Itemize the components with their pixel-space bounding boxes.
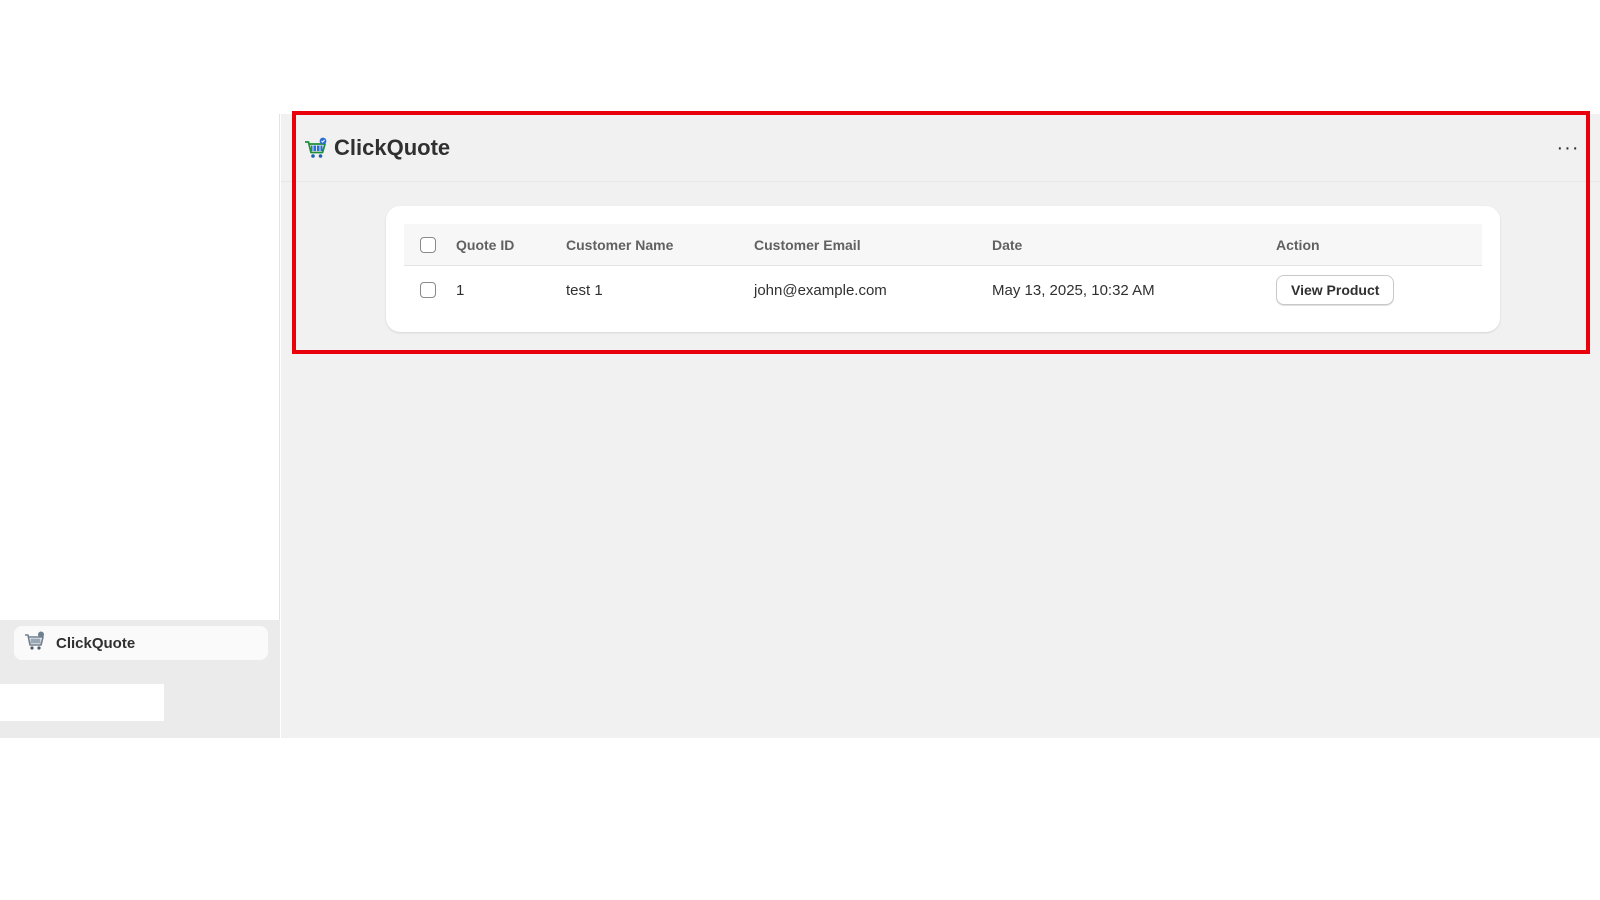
cart-logo-icon bbox=[24, 631, 46, 656]
view-product-button[interactable]: View Product bbox=[1276, 275, 1395, 305]
sidebar-apps-section: ClickQuote bbox=[0, 620, 280, 738]
column-header-customer-email: Customer Email bbox=[754, 236, 861, 253]
table-row: 1 test 1 john@example.com May 13, 2025, … bbox=[404, 266, 1482, 314]
date-cell: May 13, 2025, 10:32 AM bbox=[992, 281, 1155, 299]
column-header-date: Date bbox=[992, 236, 1023, 253]
app-title-bar: ClickQuote ··· bbox=[281, 114, 1600, 182]
sidebar: ClickQuote bbox=[0, 114, 280, 738]
row-select-cell bbox=[420, 266, 436, 314]
sidebar-item-clickquote[interactable]: ClickQuote bbox=[14, 626, 268, 660]
quotes-card: Quote ID Customer Name Customer Email Da… bbox=[386, 206, 1500, 332]
table-header: Quote ID Customer Name Customer Email Da… bbox=[404, 224, 1482, 266]
page-title: ClickQuote bbox=[334, 134, 451, 160]
column-header-quote-id: Quote ID bbox=[456, 236, 515, 253]
select-all-cell bbox=[420, 224, 436, 265]
select-all-checkbox[interactable] bbox=[420, 236, 436, 253]
app-window: ClickQuote ClickQuote ··· Quote ID Custo… bbox=[0, 114, 1600, 738]
column-header-customer-name: Customer Name bbox=[566, 236, 674, 253]
sidebar-blank-panel bbox=[0, 684, 164, 721]
sidebar-item-label: ClickQuote bbox=[56, 634, 136, 652]
quotes-table: Quote ID Customer Name Customer Email Da… bbox=[404, 224, 1482, 314]
cart-logo-icon bbox=[304, 137, 328, 159]
more-actions-icon[interactable]: ··· bbox=[1554, 136, 1582, 160]
column-header-action: Action bbox=[1276, 236, 1320, 253]
main-content: ClickQuote ··· Quote ID Customer Name Cu… bbox=[281, 114, 1600, 738]
quote-id-cell: 1 bbox=[456, 281, 465, 299]
customer-email-cell: john@example.com bbox=[754, 281, 887, 299]
action-cell: View Product bbox=[1276, 266, 1395, 314]
customer-name-cell: test 1 bbox=[566, 281, 603, 299]
row-checkbox[interactable] bbox=[420, 282, 436, 298]
